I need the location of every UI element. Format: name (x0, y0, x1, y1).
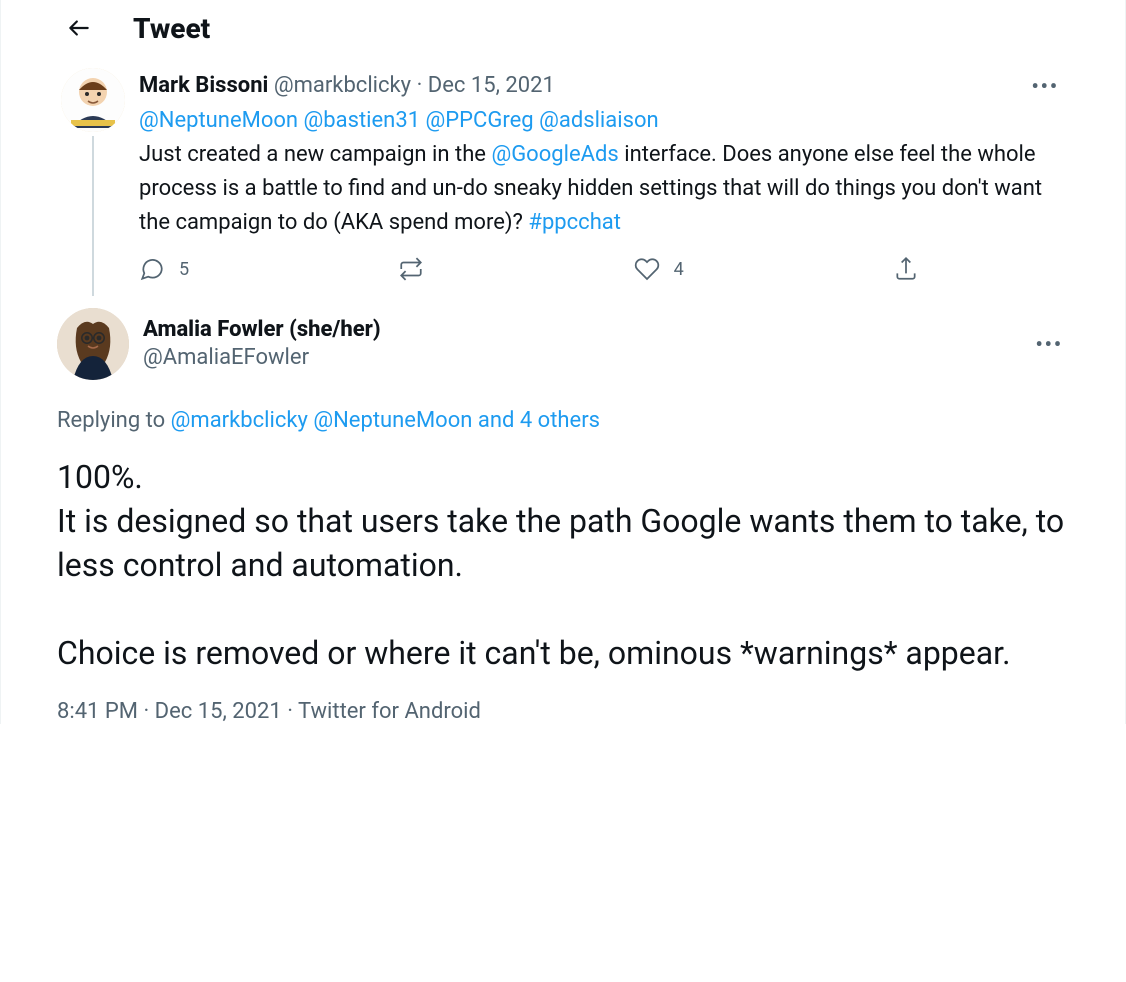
more-button[interactable]: ••• (1025, 68, 1065, 104)
author-handle[interactable]: @AmaliaEFowler (143, 344, 1015, 372)
inline-mention[interactable]: @GoogleAds (491, 142, 618, 167)
tweet-text: 100%. It is designed so that users take … (57, 455, 1069, 675)
tweet-date: Dec 15, 2021 (428, 73, 555, 98)
author-name[interactable]: Amalia Fowler (she/her) (143, 316, 1015, 344)
reply-button[interactable]: 5 (139, 256, 189, 282)
like-count: 4 (674, 259, 684, 280)
reply-count: 5 (179, 259, 189, 280)
author-name: Mark Bissoni (139, 73, 268, 98)
replying-others[interactable]: and 4 others (472, 408, 600, 433)
page-title: Tweet (133, 12, 210, 45)
tweet-text: Just created a new campaign in the @Goog… (139, 138, 1065, 240)
mentions: @NeptuneMoon @bastien31 @PPCGreg @adslia… (139, 106, 1065, 136)
share-icon (893, 256, 919, 282)
author-handle: @markbclicky (274, 73, 411, 98)
avatar[interactable] (61, 68, 125, 132)
heart-icon (634, 256, 660, 282)
more-button[interactable]: ••• (1029, 326, 1069, 362)
back-button[interactable] (61, 10, 97, 46)
arrow-left-icon (66, 15, 92, 41)
mention-link[interactable]: @PPCGreg (426, 108, 534, 133)
tweet-time: 8:41 PM (57, 699, 138, 724)
more-icon: ••• (1031, 74, 1059, 98)
avatar[interactable] (57, 308, 129, 380)
tweet-meta[interactable]: 8:41 PM · Dec 15, 2021 · Twitter for And… (57, 699, 1069, 724)
share-button[interactable] (893, 256, 919, 282)
hashtag-link[interactable]: #ppcchat (528, 210, 621, 235)
more-icon: ••• (1035, 332, 1063, 356)
retweet-button[interactable] (398, 256, 424, 282)
main-tweet: Amalia Fowler (she/her) @AmaliaEFowler •… (1, 296, 1125, 724)
reply-icon (139, 256, 165, 282)
replying-to: Replying to @markbclicky @NeptuneMoon an… (57, 408, 1069, 433)
tweet-source: Twitter for Android (298, 699, 481, 724)
mention-link[interactable]: @bastien31 (304, 108, 421, 133)
thread-line (92, 136, 94, 296)
mention-link[interactable]: @adsliaison (539, 108, 659, 133)
user-line[interactable]: Mark Bissoni @markbclicky · Dec 15, 2021 (139, 72, 555, 100)
mention-link[interactable]: @NeptuneMoon (139, 108, 298, 133)
tweet-date: Dec 15, 2021 (155, 699, 282, 724)
parent-tweet[interactable]: Mark Bissoni @markbclicky · Dec 15, 2021… (1, 56, 1125, 296)
like-button[interactable]: 4 (634, 256, 684, 282)
retweet-icon (398, 256, 424, 282)
replying-mentions[interactable]: @markbclicky @NeptuneMoon (171, 408, 473, 433)
